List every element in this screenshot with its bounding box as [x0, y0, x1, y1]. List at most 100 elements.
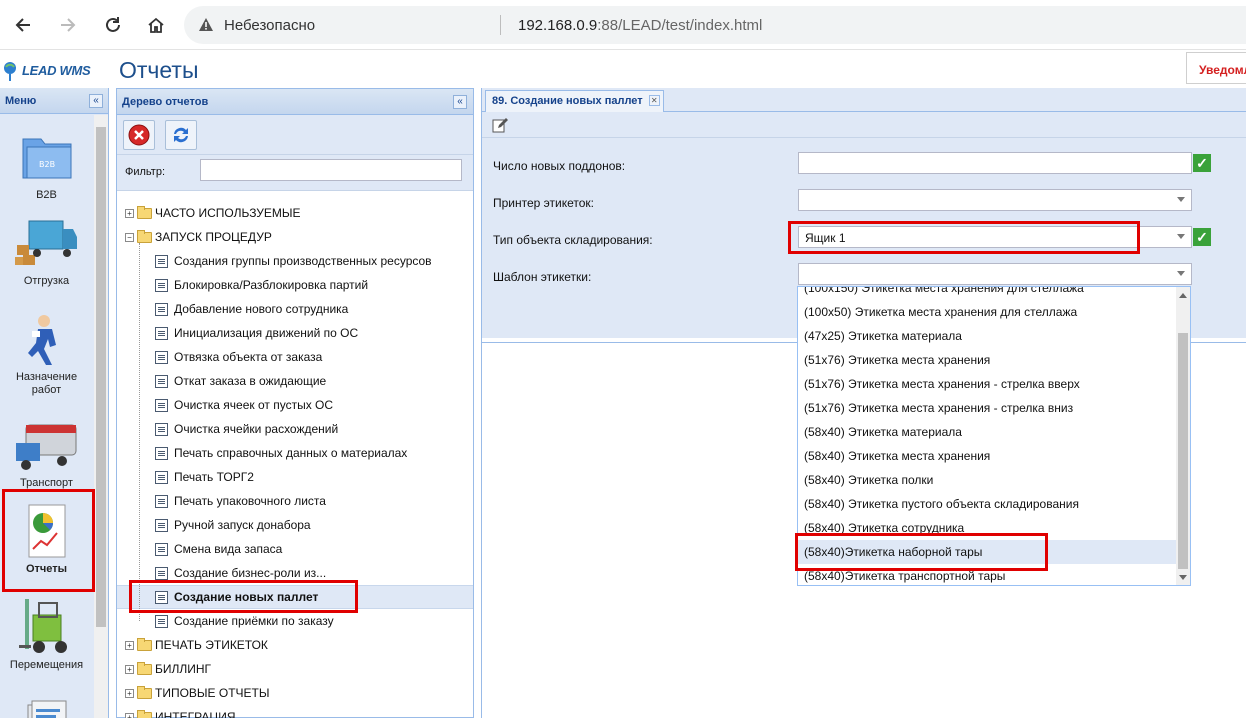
- filter-input[interactable]: [200, 159, 462, 181]
- dropdown-option[interactable]: (58x40) Этикетка места хранения: [798, 444, 1176, 468]
- tab-strip: 89. Создание новых паллет ✕: [482, 88, 1246, 112]
- label-template-select[interactable]: [798, 263, 1192, 285]
- tree-collapse-button[interactable]: «: [453, 95, 467, 109]
- report-icon: [155, 254, 168, 268]
- close-icon[interactable]: ✕: [648, 95, 660, 106]
- insecure-label: Небезопасно: [224, 17, 316, 34]
- dropdown-option[interactable]: (58x40) Этикетка пустого объекта складир…: [798, 492, 1176, 516]
- delete-button[interactable]: [123, 120, 155, 150]
- worker-running-icon: [22, 313, 72, 369]
- check-icon: ✓: [1193, 228, 1211, 246]
- arrow-right-icon: [61, 18, 76, 32]
- menu-item-assign-work[interactable]: Назначение работ: [0, 313, 93, 397]
- dropdown-option[interactable]: (47x25) Этикетка материала: [798, 324, 1176, 348]
- expand-icon[interactable]: +: [125, 688, 134, 698]
- chevron-down-icon[interactable]: [1177, 234, 1185, 239]
- tree-item-label: Блокировка/Разблокировка партий: [174, 278, 369, 292]
- notifications-button[interactable]: Уведомл: [1186, 52, 1246, 84]
- edit-icon[interactable]: [492, 117, 508, 136]
- dropdown-scroll-thumb[interactable]: [1178, 333, 1188, 569]
- tree-item[interactable]: Очистка ячейки расхождений: [117, 417, 473, 441]
- scroll-down-icon[interactable]: [1179, 575, 1187, 580]
- dropdown-option[interactable]: (51x76) Этикетка места хранения - стрелк…: [798, 372, 1176, 396]
- tree-folder[interactable]: + ЧАСТО ИСПОЛЬЗУЕМЫЕ: [117, 201, 473, 225]
- tree-item-label: Очистка ячеек от пустых ОС: [174, 398, 334, 412]
- menu-title: Меню: [5, 95, 37, 107]
- tree-item[interactable]: Печать справочных данных о материалах: [117, 441, 473, 465]
- annotation-box-storage-type: [788, 221, 1140, 254]
- url-path: :88/LEAD/test/index.html: [597, 17, 763, 34]
- dropdown-scrollbar[interactable]: [1176, 287, 1190, 585]
- menu-collapse-button[interactable]: «: [89, 94, 103, 108]
- dropdown-option[interactable]: (100x50) Этикетка места хранения для сте…: [798, 300, 1176, 324]
- refresh-button[interactable]: [165, 120, 197, 150]
- tree-item[interactable]: Отвязка объекта от заказа: [117, 345, 473, 369]
- tree-item-label: БИЛЛИНГ: [155, 662, 212, 676]
- tree-folder[interactable]: + БИЛЛИНГ: [117, 657, 473, 681]
- tree-item-label: Создание приёмки по заказу: [174, 614, 334, 628]
- address-bar[interactable]: Небезопасно 192.168.0.9:88/LEAD/test/ind…: [184, 6, 1246, 44]
- reload-icon: [106, 17, 120, 32]
- field-label-storage-type: Тип объекта складирования:: [493, 233, 653, 247]
- expand-icon[interactable]: +: [125, 208, 134, 218]
- tree-item-label: Добавление нового сотрудника: [174, 302, 349, 316]
- forward-button[interactable]: [55, 12, 81, 38]
- menu-item-label: Перемещения: [9, 659, 84, 671]
- tree-item[interactable]: Добавление нового сотрудника: [117, 297, 473, 321]
- expand-icon[interactable]: +: [125, 640, 134, 650]
- scroll-up-icon[interactable]: [1179, 293, 1187, 298]
- menu-item-moves[interactable]: Перемещения: [0, 595, 93, 671]
- tree-folder[interactable]: + ПЕЧАТЬ ЭТИКЕТОК: [117, 633, 473, 657]
- field-label-label-template: Шаблон этикетки:: [493, 270, 592, 284]
- report-icon: [155, 278, 168, 292]
- chevron-down-icon[interactable]: [1177, 197, 1185, 202]
- chevron-down-icon[interactable]: [1177, 271, 1185, 276]
- collapse-icon[interactable]: −: [125, 232, 134, 242]
- report-icon: [155, 566, 168, 580]
- shipping-truck-icon: [14, 215, 79, 273]
- menu-item-b2b[interactable]: B2B B2B: [0, 125, 93, 201]
- tree-item[interactable]: Откат заказа в ожидающие: [117, 369, 473, 393]
- report-icon: [155, 374, 168, 388]
- dropdown-option[interactable]: (58x40) Этикетка полки: [798, 468, 1176, 492]
- menu-scroll-thumb[interactable]: [96, 127, 106, 627]
- report-icon: [155, 614, 168, 628]
- menu-item-transport[interactable]: Транспорт: [0, 421, 93, 489]
- check-icon: ✓: [1193, 154, 1211, 172]
- tree-folder[interactable]: − ЗАПУСК ПРОЦЕДУР: [117, 225, 473, 249]
- tree-item[interactable]: Инициализация движений по ОС: [117, 321, 473, 345]
- page-title: Отчеты: [119, 57, 199, 83]
- menu-scrollbar[interactable]: [94, 115, 108, 718]
- dropdown-option[interactable]: (51x76) Этикетка места хранения: [798, 348, 1176, 372]
- annotation-box-tree-item: [129, 580, 358, 613]
- folder-icon: [137, 709, 152, 718]
- menu-item-shipping[interactable]: Отгрузка: [0, 215, 93, 287]
- tree-item[interactable]: Печать ТОРГ2: [117, 465, 473, 489]
- tree-item[interactable]: Создания группы производственных ресурсо…: [117, 249, 473, 273]
- printer-select[interactable]: [798, 189, 1192, 211]
- tree-item-label: Очистка ячейки расхождений: [174, 422, 339, 436]
- tree-item[interactable]: Блокировка/Разблокировка партий: [117, 273, 473, 297]
- tree-item[interactable]: Ручной запуск донабора: [117, 513, 473, 537]
- back-button[interactable]: [10, 12, 36, 38]
- address-separator: [500, 15, 501, 35]
- reload-button[interactable]: [100, 12, 126, 38]
- tree-item[interactable]: Смена вида запаса: [117, 537, 473, 561]
- expand-icon[interactable]: +: [125, 664, 134, 674]
- home-button[interactable]: [143, 12, 169, 38]
- tree-item[interactable]: Печать упаковочного листа: [117, 489, 473, 513]
- report-icon: [155, 422, 168, 436]
- menu-item-next[interactable]: [0, 699, 93, 718]
- tree-item[interactable]: Очистка ячеек от пустых ОС: [117, 393, 473, 417]
- tree-folder[interactable]: + ТИПОВЫЕ ОТЧЕТЫ: [117, 681, 473, 705]
- tab-create-pallets[interactable]: 89. Создание новых паллет ✕: [485, 90, 664, 112]
- pallet-count-input[interactable]: [798, 152, 1192, 174]
- dropdown-option[interactable]: (100x150) Этикетка места хранения для ст…: [798, 287, 1176, 300]
- report-icon: [155, 470, 168, 484]
- dropdown-option[interactable]: (51x76) Этикетка места хранения - стрелк…: [798, 396, 1176, 420]
- report-icon: [155, 494, 168, 508]
- browser-toolbar: Небезопасно 192.168.0.9:88/LEAD/test/ind…: [0, 0, 1246, 50]
- dropdown-option[interactable]: (58x40) Этикетка материала: [798, 420, 1176, 444]
- expand-icon[interactable]: +: [125, 712, 134, 718]
- tree-folder[interactable]: + ИНТЕГРАЦИЯ: [117, 705, 473, 718]
